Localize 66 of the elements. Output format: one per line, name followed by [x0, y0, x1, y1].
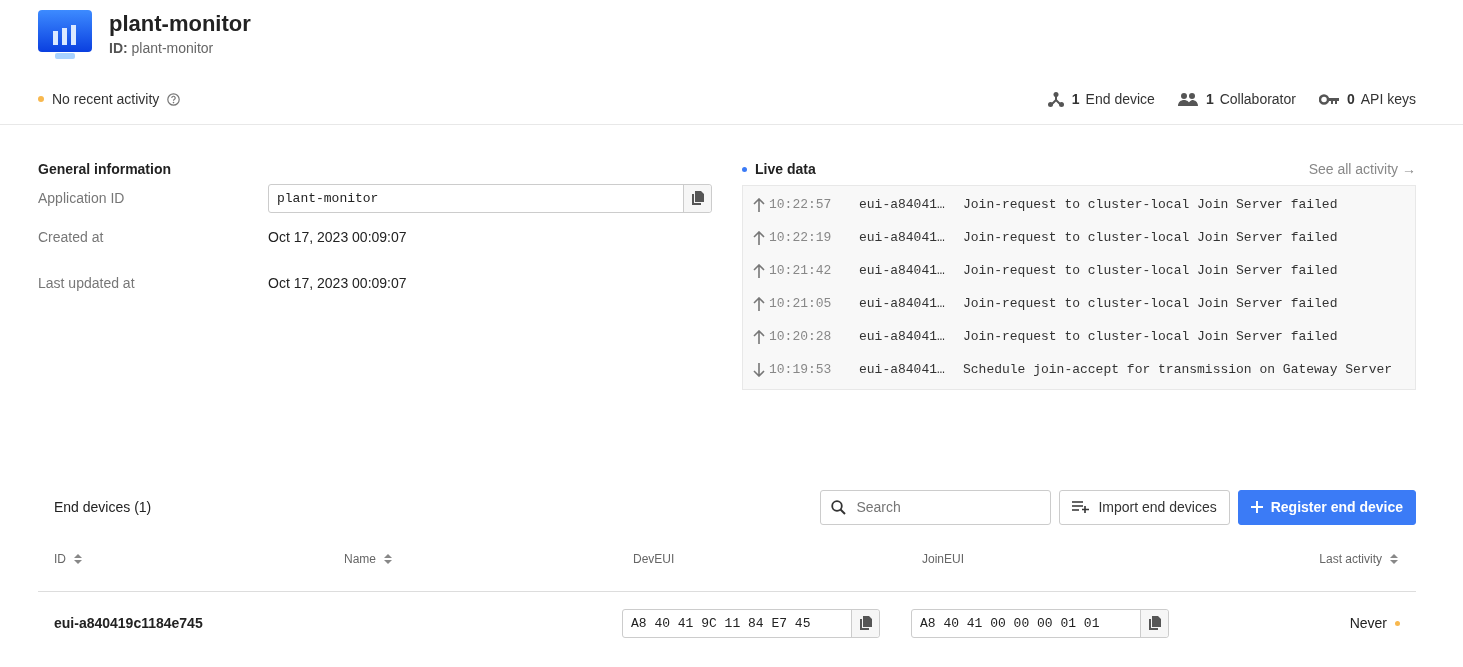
copy-button[interactable]: [1140, 609, 1168, 637]
column-header[interactable]: Last activity: [1319, 552, 1382, 566]
event-device: eui-a84041…: [859, 329, 946, 344]
event-message: Join-request to cluster-local Join Server failed: [963, 296, 1338, 311]
event-message: Join-request to cluster-local Join Server failed: [963, 329, 1338, 344]
event-device: eui-a84041…: [859, 296, 946, 311]
app-id-text: ID: plant-monitor: [109, 40, 215, 56]
event-time: 10:20:28: [769, 329, 833, 344]
field-value: Oct 17, 2023 00:09:07: [268, 275, 407, 291]
event-device: eui-a84041…: [859, 362, 946, 377]
activity-text: No recent activity: [52, 91, 160, 107]
import-button[interactable]: Import end devices: [1059, 489, 1230, 525]
section-title: Live data: [755, 161, 816, 177]
sort-icon[interactable]: [74, 554, 82, 564]
copy-button[interactable]: [683, 184, 711, 212]
dev-eui-field[interactable]: A8 40 41 9C 11 84 E7 45: [622, 608, 880, 638]
field-label: Last updated at: [38, 275, 136, 291]
search-icon: [831, 499, 847, 515]
node-icon: [1047, 91, 1064, 107]
copy-button[interactable]: [851, 609, 879, 637]
event-time: 10:22:57: [769, 197, 833, 212]
event-message: Schedule join-accept for transmission on Gateway Server: [963, 362, 1393, 377]
table-cell: eui-a840419c1184e745: [54, 615, 203, 631]
plus-icon: [1250, 501, 1263, 513]
search-field[interactable]: Search: [820, 489, 1052, 525]
event-time: 10:19:53: [769, 362, 833, 377]
stat-link[interactable]: 1 Collaborator: [1177, 91, 1296, 107]
field-label: Application ID: [38, 190, 126, 206]
sort-icon[interactable]: [384, 554, 392, 564]
app-title: plant-monitor: [109, 12, 251, 36]
event-time: 10:21:42: [769, 263, 833, 278]
join-eui-field[interactable]: A8 40 41 00 00 00 01 01: [911, 608, 1169, 638]
copy-icon: [1148, 616, 1161, 630]
event-message: Join-request to cluster-local Join Server failed: [963, 230, 1338, 245]
field-value: A8 40 41 9C 11 84 E7 45: [630, 614, 812, 633]
sort-icon[interactable]: [1390, 554, 1398, 564]
people-icon: [1177, 92, 1198, 106]
column-header[interactable]: ID: [54, 552, 66, 566]
column-header: JoinEUI: [922, 552, 965, 566]
copy-icon: [859, 616, 872, 630]
register-button[interactable]: Register end device: [1237, 489, 1416, 525]
table-title: End devices (1): [54, 499, 152, 515]
see-all-activity-link[interactable]: See all activity →: [1308, 161, 1416, 177]
event-message: Join-request to cluster-local Join Server failed: [963, 197, 1338, 212]
event-device: eui-a84041…: [859, 197, 946, 212]
section-title: General information: [38, 161, 173, 177]
key-icon: [1318, 93, 1339, 105]
table-cell: Never: [1349, 615, 1387, 631]
field-label: Created at: [38, 229, 105, 245]
event-time: 10:21:05: [769, 296, 833, 311]
monitor-app-icon: [38, 10, 92, 62]
stat-link[interactable]: 1 End device: [1047, 91, 1155, 107]
event-time: 10:22:19: [769, 230, 833, 245]
help-icon[interactable]: [167, 92, 181, 106]
field-value: A8 40 41 00 00 00 01 01: [919, 614, 1101, 633]
field-value: plant-monitor: [276, 189, 380, 208]
event-device: eui-a84041…: [859, 230, 946, 245]
event-device: eui-a84041…: [859, 263, 946, 278]
field-value: Oct 17, 2023 00:09:07: [268, 229, 407, 245]
copy-icon: [691, 191, 704, 205]
list-add-icon: [1072, 501, 1091, 513]
application-id-field[interactable]: plant-monitor: [268, 183, 712, 213]
column-header: DevEUI: [633, 552, 675, 566]
stat-link[interactable]: 0 API keys: [1318, 91, 1416, 107]
event-message: Join-request to cluster-local Join Server failed: [963, 263, 1338, 278]
column-header[interactable]: Name: [344, 552, 376, 566]
